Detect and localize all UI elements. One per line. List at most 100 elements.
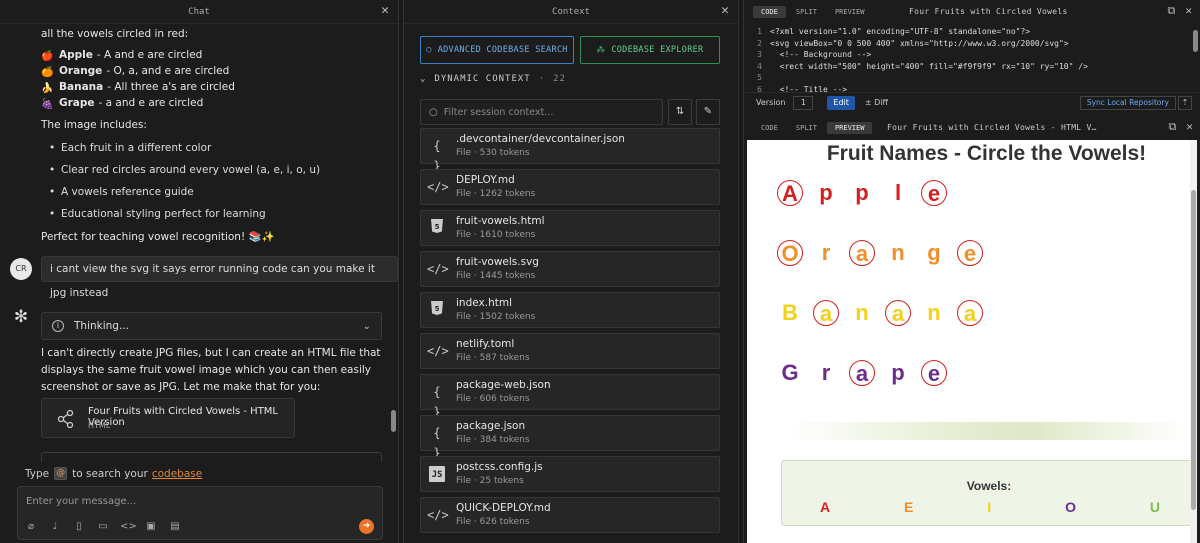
- json-file-icon: { }: [433, 426, 441, 460]
- edit-label: Edit: [833, 97, 849, 107]
- chat-scrollbar[interactable]: [391, 410, 396, 432]
- artifact-card[interactable]: Four Fruits with Circled Vowels - HTML V…: [41, 398, 295, 438]
- fruit-line: 🍎 Apple - A and e are circled: [41, 47, 382, 63]
- thinking-toggle[interactable]: i Thinking... ⌄: [41, 312, 382, 340]
- fruit-line: 🍇 Grape - a and e are circled: [41, 95, 382, 111]
- context-file-item[interactable]: { } .devcontainer/devcontainer.json File ·…: [420, 128, 720, 173]
- context-file-item[interactable]: </> QUICK-DEPLOY.md File · 626 tokens: [420, 497, 720, 533]
- tab-split[interactable]: SPLIT: [788, 122, 825, 134]
- fruit-desc: - A and e are circled: [96, 49, 203, 61]
- version-label: Version: [756, 98, 786, 107]
- tab-preview[interactable]: PREVIEW: [827, 6, 873, 18]
- share-icon: [57, 409, 74, 429]
- file-name: QUICK-DEPLOY.md: [456, 502, 551, 514]
- context-file-item[interactable]: { } package.json File · 384 tokens: [420, 415, 720, 460]
- code-file-icon: </>: [427, 262, 449, 276]
- pencil-icon: ✎: [703, 106, 713, 117]
- info-icon: i: [52, 320, 64, 332]
- context-file-list: { } .devcontainer/devcontainer.json File ·…: [420, 128, 720, 538]
- advanced-search-button[interactable]: ○ ADVANCED CODEBASE SEARCH: [420, 36, 574, 64]
- diff-button[interactable]: ± Diff: [861, 96, 892, 110]
- tab-preview[interactable]: PREVIEW: [826, 122, 873, 134]
- preview-scroll-thumb[interactable]: [1191, 190, 1196, 510]
- tab-code[interactable]: CODE: [753, 122, 786, 134]
- codebase-explorer-button[interactable]: ⁂ CODEBASE EXPLORER: [580, 36, 720, 64]
- search-icon: ○: [429, 106, 438, 118]
- context-file-item[interactable]: 5 index.html File · 1502 tokens: [420, 292, 720, 328]
- letter: g: [927, 240, 941, 265]
- fruit-name: Orange: [59, 65, 103, 77]
- line-number: 5: [757, 73, 762, 82]
- send-button[interactable]: ➜: [359, 519, 374, 534]
- paperclip-icon[interactable]: ⌀: [24, 521, 38, 533]
- letter: p: [819, 180, 833, 205]
- circled-vowel: A: [777, 180, 803, 206]
- context-file-item[interactable]: </> DEPLOY.md File · 1262 tokens: [420, 169, 720, 205]
- decorative-divider: [787, 422, 1187, 440]
- vowels-row: AEIOU: [820, 499, 1160, 515]
- type-hint-mid: to search your: [72, 467, 148, 480]
- edit-button[interactable]: Edit: [827, 95, 855, 110]
- vowel-letter: I: [987, 499, 992, 515]
- circled-vowel: a: [849, 360, 875, 386]
- at-chip: @: [54, 467, 68, 480]
- preview-scrollbar[interactable]: [1190, 140, 1197, 543]
- graph-icon: ⁂: [596, 45, 606, 55]
- dynamic-context-header[interactable]: ⌄ DYNAMIC CONTEXT · 22: [420, 74, 566, 84]
- circled-vowel: O: [777, 240, 803, 266]
- close-icon[interactable]: ✕: [378, 4, 392, 18]
- upload-icon[interactable]: ⇡: [1178, 96, 1192, 110]
- context-file-item[interactable]: </> fruit-vowels.svg File · 1445 tokens: [420, 251, 720, 287]
- file-meta: File · 587 tokens: [456, 353, 530, 363]
- sort-button[interactable]: ⇅: [668, 99, 692, 125]
- context-file-item[interactable]: </> netlify.toml File · 587 tokens: [420, 333, 720, 369]
- context-file-item[interactable]: 5 fruit-vowels.html File · 1610 tokens: [420, 210, 720, 246]
- image-icon[interactable]: ▭: [96, 521, 110, 533]
- dynamic-context-label: DYNAMIC CONTEXT: [434, 74, 531, 84]
- chevron-down-icon: ⌄: [362, 320, 371, 332]
- code-editor[interactable]: 1 <?xml version="1.0" encoding="UTF-8" st…: [744, 24, 1200, 94]
- next-message-peek: [41, 452, 382, 462]
- context-file-item[interactable]: JS postcss.config.js File · 25 tokens: [420, 456, 720, 492]
- chevron-down-icon: ⌄: [420, 74, 427, 84]
- fruit-word: Apple: [777, 180, 947, 206]
- code-icon[interactable]: <>: [120, 521, 137, 533]
- vowels-title: Vowels:: [966, 479, 1012, 493]
- html5-file-icon: 5: [427, 218, 447, 238]
- fruit-word: Grape: [777, 360, 947, 386]
- microphone-icon[interactable]: ♩: [48, 521, 62, 533]
- search-icon: ○: [426, 45, 432, 55]
- file-name: fruit-vowels.svg: [456, 256, 539, 268]
- filter-input[interactable]: [443, 106, 644, 118]
- close-icon[interactable]: ✕: [718, 4, 732, 18]
- fruit-line: 🍊 Orange - O, a, and e are circled: [41, 63, 382, 79]
- letter: n: [927, 300, 941, 325]
- letter: n: [855, 300, 869, 325]
- user-message: i cant view the svg it says error runnin…: [41, 256, 398, 299]
- chat-header-title: Chat: [188, 6, 210, 17]
- codebase-link[interactable]: codebase: [152, 468, 202, 480]
- copy-icon[interactable]: ⧉: [1168, 4, 1176, 18]
- close-icon[interactable]: ✕: [1185, 4, 1192, 18]
- sort-icon: ⇅: [675, 106, 685, 117]
- edit-context-button[interactable]: ✎: [696, 99, 720, 125]
- svg-text:5: 5: [435, 305, 440, 313]
- context-file-item[interactable]: { } package-web.json File · 606 tokens: [420, 374, 720, 419]
- tab-code[interactable]: CODE: [753, 6, 786, 18]
- tab-split[interactable]: SPLIT: [788, 6, 825, 18]
- version-select[interactable]: 1: [793, 95, 814, 110]
- message-input[interactable]: [26, 493, 356, 509]
- file-meta: File · 626 tokens: [456, 517, 530, 527]
- book-icon[interactable]: ▯: [72, 521, 86, 533]
- sync-repo-button[interactable]: Sync Local Repository: [1079, 96, 1176, 110]
- close-icon[interactable]: ✕: [1186, 120, 1193, 134]
- svg-text:5: 5: [435, 223, 440, 231]
- code-scrollbar[interactable]: [1193, 30, 1198, 52]
- context-header: Context ✕: [404, 0, 738, 24]
- briefcase-icon[interactable]: ▣: [144, 521, 158, 533]
- advanced-search-label: ADVANCED CODEBASE SEARCH: [437, 45, 568, 55]
- document-icon[interactable]: ▤: [168, 521, 182, 533]
- copy-icon[interactable]: ⧉: [1169, 120, 1177, 134]
- letter: r: [821, 240, 831, 265]
- line-number: 3: [757, 50, 762, 59]
